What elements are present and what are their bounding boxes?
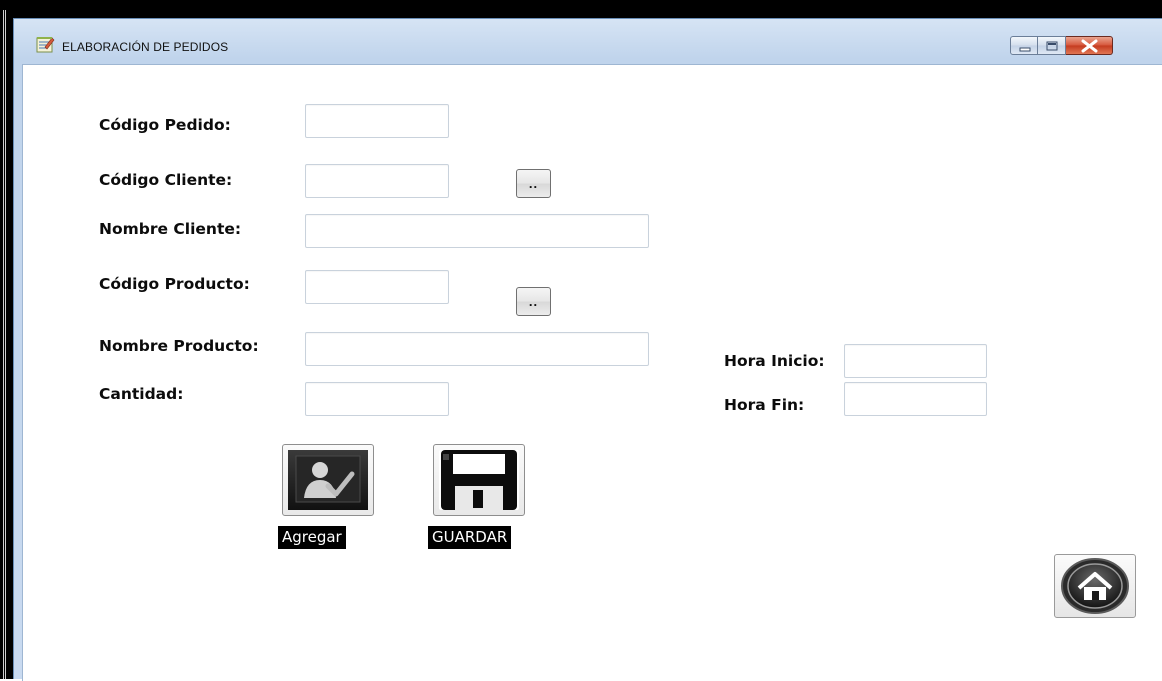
nombre-cliente-label: Nombre Cliente: bbox=[99, 220, 242, 238]
floppy-disk-icon bbox=[439, 450, 519, 510]
agregar-label: Agregar bbox=[278, 526, 346, 549]
hora-inicio-label: Hora Inicio: bbox=[724, 352, 825, 370]
nombre-cliente-input[interactable] bbox=[305, 214, 649, 248]
codigo-producto-label: Código Producto: bbox=[99, 275, 250, 293]
title-bar[interactable]: ELABORACIÓN DE PEDIDOS bbox=[14, 19, 1162, 63]
nombre-producto-input[interactable] bbox=[305, 332, 649, 366]
browse-cliente-button[interactable]: .. bbox=[516, 169, 551, 198]
guardar-label: GUARDAR bbox=[428, 526, 512, 549]
browse-producto-button[interactable]: .. bbox=[516, 287, 551, 316]
cantidad-label: Cantidad: bbox=[99, 385, 184, 403]
home-icon bbox=[1061, 558, 1129, 614]
hora-inicio-input[interactable] bbox=[844, 344, 987, 378]
add-user-icon bbox=[288, 450, 368, 510]
codigo-pedido-label: Código Pedido: bbox=[99, 116, 231, 134]
nombre-producto-label: Nombre Producto: bbox=[99, 337, 259, 355]
form-app-icon bbox=[36, 36, 55, 53]
hora-fin-input[interactable] bbox=[844, 382, 987, 416]
codigo-cliente-label: Código Cliente: bbox=[99, 171, 233, 189]
maximize-button[interactable] bbox=[1038, 36, 1066, 55]
minimize-icon bbox=[1019, 47, 1031, 52]
cantidad-input[interactable] bbox=[305, 382, 449, 416]
form-area bbox=[22, 64, 1162, 681]
home-button[interactable] bbox=[1054, 554, 1136, 618]
codigo-cliente-input[interactable] bbox=[305, 164, 449, 198]
maximize-icon bbox=[1046, 41, 1058, 51]
minimize-button[interactable] bbox=[1010, 36, 1038, 55]
guardar-button[interactable] bbox=[433, 444, 525, 516]
codigo-producto-input[interactable] bbox=[305, 270, 449, 304]
window-title: ELABORACIÓN DE PEDIDOS bbox=[62, 40, 229, 54]
close-button[interactable] bbox=[1066, 36, 1113, 55]
window-edge-decoration bbox=[3, 10, 7, 679]
agregar-button[interactable] bbox=[282, 444, 374, 516]
codigo-pedido-input[interactable] bbox=[305, 104, 449, 138]
close-icon bbox=[1081, 39, 1098, 53]
hora-fin-label: Hora Fin: bbox=[724, 396, 805, 414]
